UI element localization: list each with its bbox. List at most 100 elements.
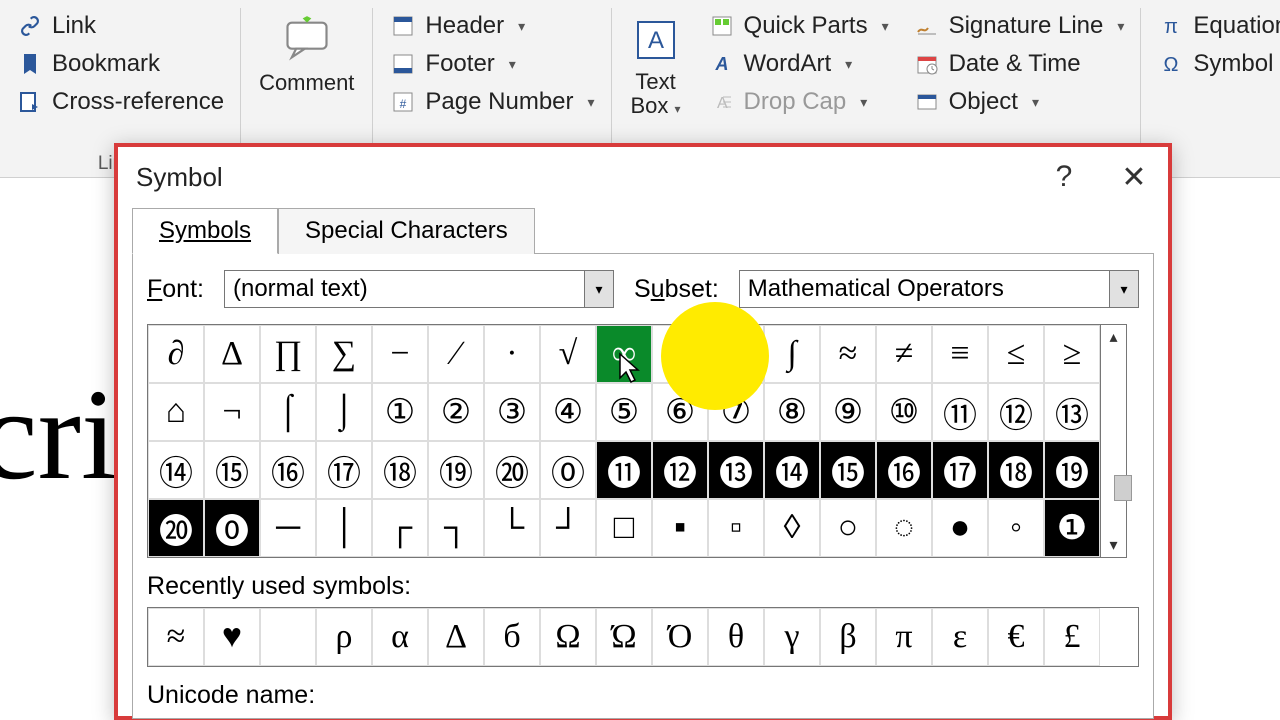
symbol-cell[interactable]: ◦ (988, 499, 1044, 557)
symbol-cell[interactable]: Δ (204, 325, 260, 383)
symbol-cell[interactable]: ⓿ (204, 499, 260, 557)
symbol-cell[interactable]: └ (484, 499, 540, 557)
page-number-button[interactable]: # Page Number (381, 84, 602, 120)
symbol-cell[interactable]: ◌ (876, 499, 932, 557)
symbol-cell[interactable]: ─ (260, 499, 316, 557)
symbol-cell[interactable]: ≥ (1044, 325, 1100, 383)
symbol-cell[interactable]: ① (372, 383, 428, 441)
quick-parts-button[interactable]: Quick Parts (700, 8, 897, 44)
tab-special-characters[interactable]: Special Characters (278, 208, 535, 254)
recent-symbol-cell[interactable]: θ (708, 608, 764, 666)
symbol-cell[interactable]: ∕ (428, 325, 484, 383)
symbol-cell[interactable]: ┌ (372, 499, 428, 557)
symbol-cell[interactable]: ∏ (260, 325, 316, 383)
symbol-cell[interactable]: ⑰ (316, 441, 372, 499)
datetime-button[interactable]: Date & Time (905, 46, 1133, 82)
font-input[interactable] (224, 270, 584, 308)
symbol-cell[interactable]: ┐ (428, 499, 484, 557)
recent-symbol-cell[interactable]: € (988, 608, 1044, 666)
symbol-cell[interactable]: ⑯ (260, 441, 316, 499)
recent-symbol-cell[interactable]: γ (764, 608, 820, 666)
symbol-cell[interactable]: ⑱ (372, 441, 428, 499)
symbol-cell[interactable]: ⑫ (988, 383, 1044, 441)
symbol-cell[interactable]: ⑧ (764, 383, 820, 441)
textbox-button[interactable]: A TextBox ▾ (620, 8, 692, 157)
recent-symbol-cell[interactable]: ♥ (204, 608, 260, 666)
recent-symbol-cell[interactable]: Δ (428, 608, 484, 666)
symbol-cell[interactable]: ⓲ (988, 441, 1044, 499)
symbol-cell[interactable]: ◊ (764, 499, 820, 557)
font-dropdown-button[interactable]: ▾ (584, 270, 614, 308)
wordart-button[interactable]: A WordArt (700, 46, 897, 82)
symbol-cell[interactable]: ≤ (988, 325, 1044, 383)
symbol-cell[interactable]: ≠ (876, 325, 932, 383)
comment-button[interactable]: Comment (249, 8, 364, 102)
symbol-cell[interactable]: √ (540, 325, 596, 383)
signature-button[interactable]: Signature Line (905, 8, 1133, 44)
dropcap-button[interactable]: A Drop Cap (700, 84, 897, 120)
symbol-cell[interactable]: □ (596, 499, 652, 557)
recent-symbol-cell[interactable]: Ό (652, 608, 708, 666)
symbol-cell[interactable]: ④ (540, 383, 596, 441)
subset-dropdown-button[interactable]: ▾ (1109, 270, 1139, 308)
symbol-cell[interactable]: ┘ (540, 499, 596, 557)
symbol-cell[interactable]: ⑳ (484, 441, 540, 499)
symbol-cell[interactable]: ❶ (1044, 499, 1100, 557)
symbol-cell[interactable]: ∂ (148, 325, 204, 383)
scroll-down-icon[interactable]: ▾ (1109, 535, 1117, 555)
help-button[interactable]: ? (1044, 157, 1084, 197)
symbol-cell[interactable]: ⓪ (540, 441, 596, 499)
symbol-cell[interactable]: ⑪ (932, 383, 988, 441)
symbol-cell[interactable]: ⑨ (820, 383, 876, 441)
symbol-cell[interactable]: ▫ (708, 499, 764, 557)
symbol-cell[interactable]: ⓰ (876, 441, 932, 499)
symbol-cell[interactable]: ⌂ (148, 383, 204, 441)
recent-symbol-cell[interactable]: ≈ (148, 608, 204, 666)
symbol-cell[interactable]: − (372, 325, 428, 383)
scroll-up-icon[interactable]: ▴ (1109, 327, 1117, 347)
link-button[interactable]: Link (8, 8, 232, 44)
recent-symbol-cell[interactable]: ε (932, 608, 988, 666)
footer-button[interactable]: Footer (381, 46, 602, 82)
symbol-cell[interactable]: ③ (484, 383, 540, 441)
symbol-button[interactable]: Ω Symbol (1149, 46, 1280, 82)
symbol-cell[interactable]: ∫ (764, 325, 820, 383)
font-combo[interactable]: ▾ (224, 270, 614, 308)
recent-symbol-cell[interactable]: Ω (540, 608, 596, 666)
symbol-cell[interactable]: ⌠ (260, 383, 316, 441)
symbol-cell[interactable]: ¬ (204, 383, 260, 441)
symbol-cell[interactable]: ⌡ (316, 383, 372, 441)
symbol-cell[interactable]: ② (428, 383, 484, 441)
subset-input[interactable] (739, 270, 1109, 308)
symbol-cell[interactable]: ⑭ (148, 441, 204, 499)
symbol-cell[interactable]: ⓮ (764, 441, 820, 499)
symbol-cell[interactable]: │ (316, 499, 372, 557)
symbol-cell[interactable]: ● (932, 499, 988, 557)
symbol-cell[interactable]: ⑤ (596, 383, 652, 441)
recent-symbol-cell[interactable]: ρ (316, 608, 372, 666)
object-button[interactable]: Object (905, 84, 1133, 120)
symbol-cell[interactable]: ∙ (484, 325, 540, 383)
symbol-cell[interactable]: ⓳ (1044, 441, 1100, 499)
symbol-cell[interactable]: ≡ (932, 325, 988, 383)
scroll-thumb[interactable] (1114, 475, 1132, 501)
symbol-cell[interactable]: ∑ (316, 325, 372, 383)
symbol-cell[interactable]: ○ (820, 499, 876, 557)
close-button[interactable]: ✕ (1114, 157, 1154, 197)
symbol-cell[interactable]: ⓯ (820, 441, 876, 499)
symbol-cell[interactable]: ⓱ (932, 441, 988, 499)
symbol-cell[interactable]: ⑩ (876, 383, 932, 441)
recent-symbol-cell[interactable] (260, 608, 316, 666)
symbol-cell[interactable]: ⓴ (148, 499, 204, 557)
symbol-cell[interactable]: ⓭ (708, 441, 764, 499)
symbol-cell[interactable]: ∞ (596, 325, 652, 383)
subset-combo[interactable]: ▾ (739, 270, 1139, 308)
tab-symbols[interactable]: Symbols (132, 208, 278, 254)
symbol-cell[interactable]: ≈ (820, 325, 876, 383)
header-button[interactable]: Header (381, 8, 602, 44)
recent-symbol-cell[interactable]: α (372, 608, 428, 666)
recent-symbol-cell[interactable]: б (484, 608, 540, 666)
symbol-cell[interactable]: ⓫ (596, 441, 652, 499)
recent-symbol-cell[interactable]: β (820, 608, 876, 666)
symbol-cell[interactable]: ⑬ (1044, 383, 1100, 441)
